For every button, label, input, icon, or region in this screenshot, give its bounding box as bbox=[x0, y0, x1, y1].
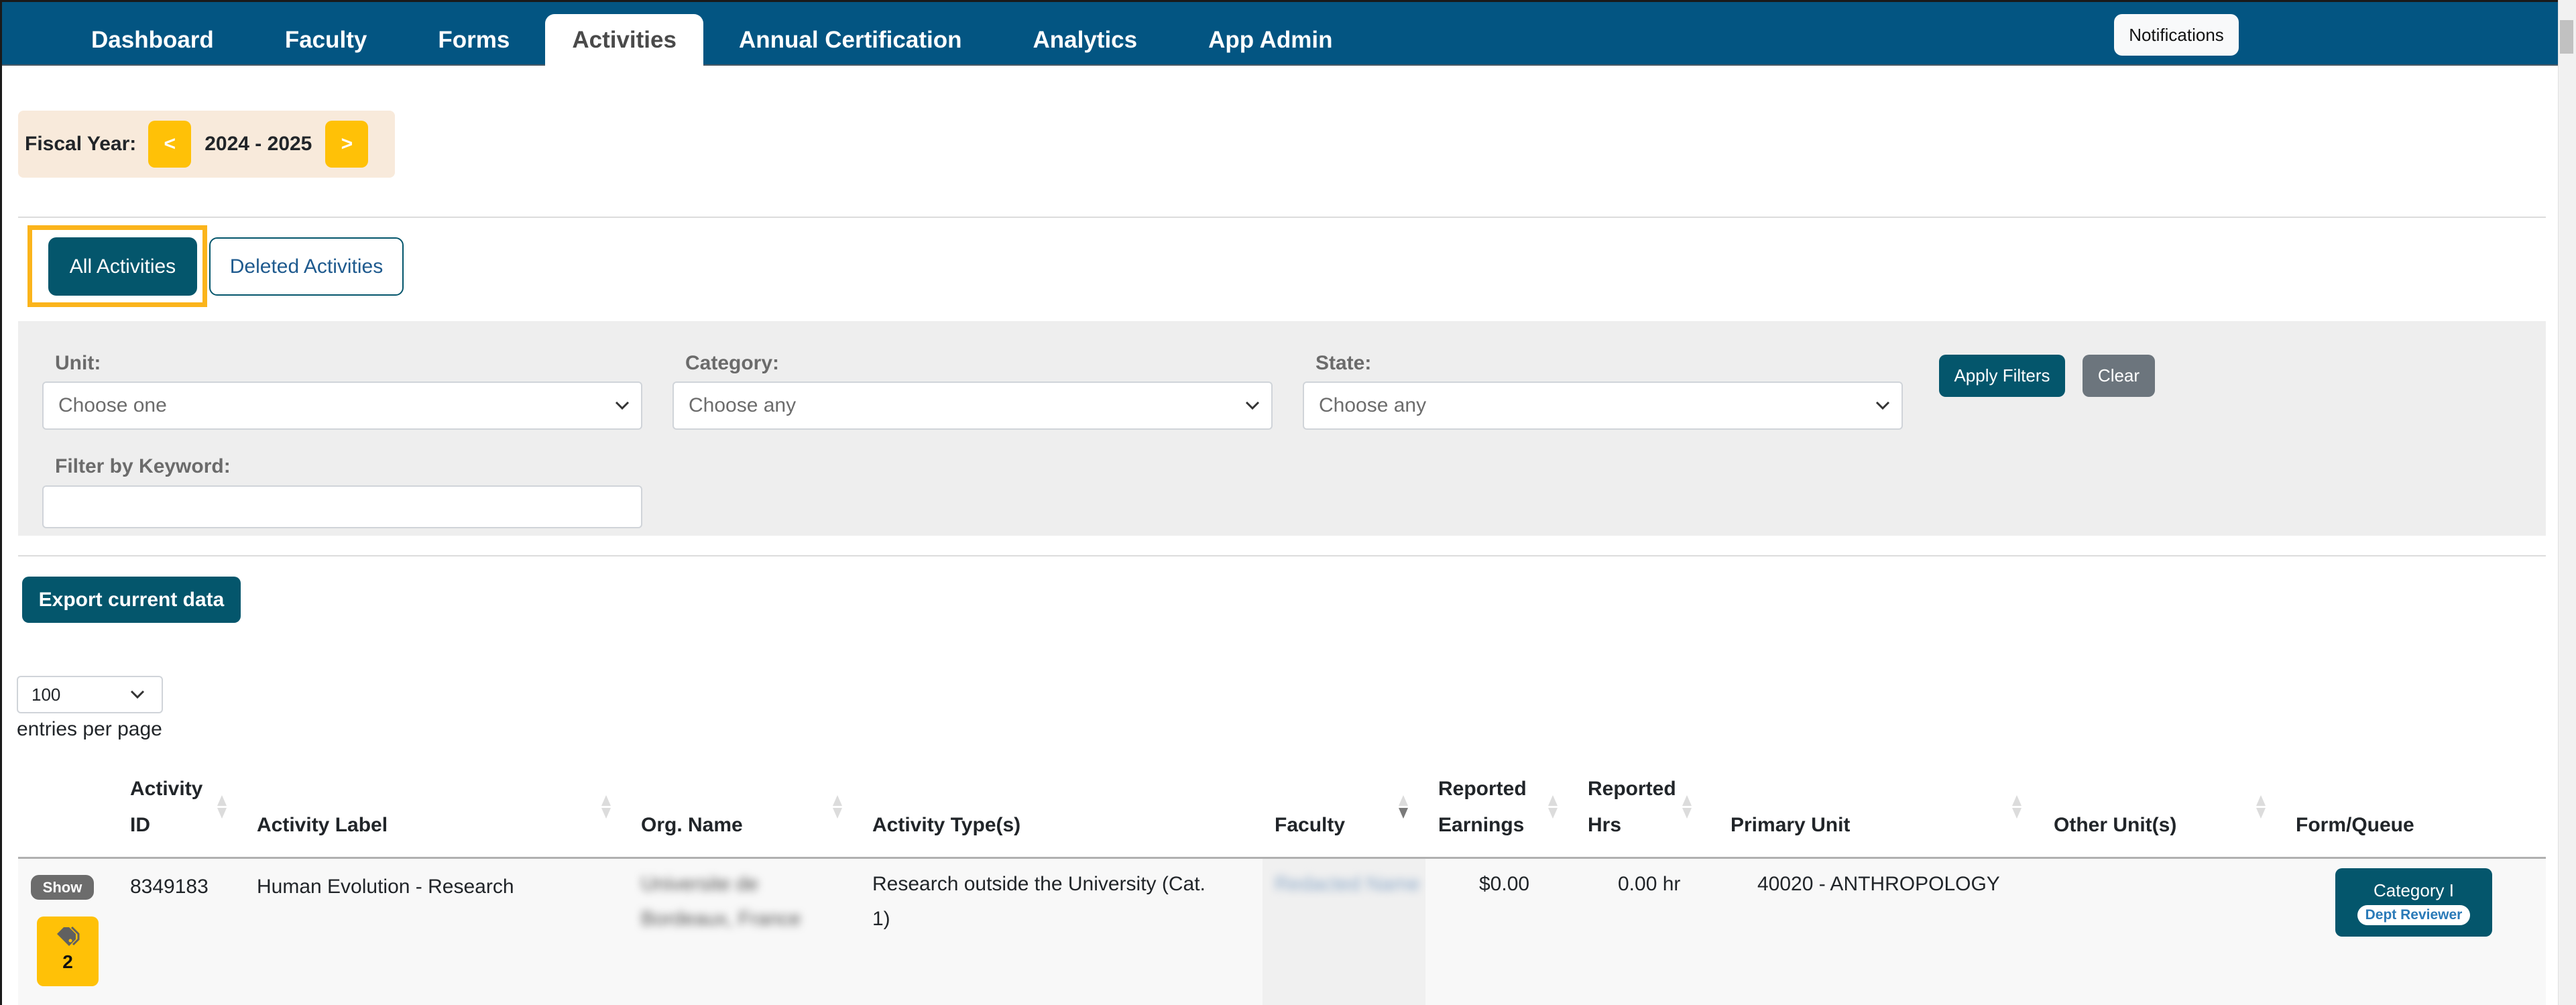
state-select-value: Choose any bbox=[1319, 394, 1427, 416]
nav-tab-forms[interactable]: Forms bbox=[402, 14, 545, 66]
state-select[interactable]: Choose any bbox=[1303, 381, 1903, 430]
vertical-scrollbar[interactable] bbox=[2558, 0, 2576, 1005]
nav-tab-annual-certification[interactable]: Annual Certification bbox=[703, 14, 998, 66]
all-activities-button[interactable]: All Activities bbox=[48, 237, 197, 296]
deleted-activities-button[interactable]: Deleted Activities bbox=[209, 237, 404, 296]
state-label: State: bbox=[1315, 352, 1372, 374]
cell-org-name-redacted: Universite de Bordeaux, France bbox=[641, 873, 801, 930]
column-header-other-units[interactable]: Other Unit(s) bbox=[2054, 807, 2176, 843]
sort-icon[interactable] bbox=[1682, 795, 1692, 819]
divider bbox=[18, 555, 2546, 556]
tags-button[interactable]: 2 bbox=[37, 917, 99, 986]
form-queue-title: Category I bbox=[2374, 880, 2454, 900]
category-label: Category: bbox=[685, 352, 780, 374]
top-navbar: Dashboard Faculty Forms Activities Annua… bbox=[2, 2, 2558, 66]
fiscal-year-prev-button[interactable]: < bbox=[148, 121, 192, 168]
nav-tab-activities[interactable]: Activities bbox=[545, 14, 703, 66]
cell-activity-id: 8349183 bbox=[130, 876, 209, 898]
sort-icon[interactable] bbox=[217, 795, 227, 819]
nav-tab-faculty[interactable]: Faculty bbox=[249, 14, 403, 66]
column-header-form-queue[interactable]: Form/Queue bbox=[2296, 807, 2414, 843]
column-header-activity-label[interactable]: Activity Label bbox=[257, 807, 388, 843]
cell-activity-label[interactable]: Human Evolution - Research bbox=[257, 870, 514, 904]
column-header-reported-hrs[interactable]: Reported Hrs bbox=[1588, 771, 1676, 843]
cell-reported-hrs: 0.00 hr bbox=[1618, 873, 1681, 895]
cell-faculty-redacted[interactable]: Redacted Name bbox=[1275, 867, 1420, 902]
nav-tab-dashboard[interactable]: Dashboard bbox=[56, 14, 249, 66]
cell-activity-types: Research outside the University (Cat. 1) bbox=[872, 873, 1206, 930]
nav-tab-app-admin[interactable]: App Admin bbox=[1173, 14, 1368, 66]
cell-reported-earnings: $0.00 bbox=[1479, 873, 1530, 895]
chevron-down-icon bbox=[127, 684, 148, 705]
fiscal-year-selector: Fiscal Year: < 2024 - 2025 > bbox=[18, 111, 395, 178]
keyword-label: Filter by Keyword: bbox=[55, 455, 231, 477]
form-queue-button[interactable]: Category I Dept Reviewer bbox=[2335, 868, 2492, 937]
nav-tab-analytics[interactable]: Analytics bbox=[997, 14, 1173, 66]
tags-icon bbox=[57, 926, 80, 946]
sort-icon[interactable] bbox=[1548, 795, 1558, 819]
sort-icon[interactable] bbox=[601, 795, 611, 819]
category-select[interactable]: Choose any bbox=[672, 381, 1273, 430]
chevron-down-icon bbox=[1872, 395, 1893, 416]
entries-per-page-value: 100 bbox=[32, 684, 61, 705]
app-frame: Dashboard Faculty Forms Activities Annua… bbox=[0, 0, 2558, 1005]
scrollbar-thumb[interactable] bbox=[2560, 20, 2573, 54]
unit-label: Unit: bbox=[55, 352, 101, 374]
export-data-button[interactable]: Export current data bbox=[22, 577, 241, 623]
divider bbox=[18, 217, 2546, 218]
notifications-button[interactable]: Notifications bbox=[2114, 14, 2239, 56]
apply-filters-button[interactable]: Apply Filters bbox=[1939, 355, 2065, 397]
show-details-button[interactable]: Show bbox=[31, 875, 94, 900]
nav-tabs: Dashboard Faculty Forms Activities Annua… bbox=[56, 14, 1368, 66]
entries-per-page-select[interactable]: 100 bbox=[17, 676, 163, 713]
sort-desc-icon[interactable] bbox=[1399, 795, 1408, 819]
category-select-value: Choose any bbox=[689, 394, 797, 416]
unit-select[interactable]: Choose one bbox=[42, 381, 642, 430]
entries-per-page-label: entries per page bbox=[17, 718, 162, 740]
sort-icon[interactable] bbox=[2256, 795, 2266, 819]
column-header-org-name[interactable]: Org. Name bbox=[641, 807, 743, 843]
keyword-input[interactable] bbox=[42, 485, 642, 528]
column-header-primary-unit[interactable]: Primary Unit bbox=[1731, 807, 1850, 843]
fiscal-year-next-button[interactable]: > bbox=[325, 121, 369, 168]
tag-count: 2 bbox=[62, 951, 73, 972]
queue-badge: Dept Reviewer bbox=[2357, 904, 2471, 925]
clear-filters-button[interactable]: Clear bbox=[2083, 355, 2155, 397]
sort-icon[interactable] bbox=[2012, 795, 2022, 819]
cell-primary-unit: 40020 - ANTHROPOLOGY bbox=[1757, 873, 2000, 895]
chevron-down-icon bbox=[1242, 395, 1263, 416]
column-header-activity-types[interactable]: Activity Type(s) bbox=[872, 807, 1020, 843]
fiscal-year-label: Fiscal Year: bbox=[25, 133, 137, 155]
unit-select-value: Choose one bbox=[58, 394, 167, 416]
column-header-reported-earnings[interactable]: Reported Earnings bbox=[1438, 771, 1527, 843]
chevron-down-icon bbox=[611, 395, 633, 416]
column-header-faculty[interactable]: Faculty bbox=[1275, 807, 1345, 843]
sort-icon[interactable] bbox=[833, 795, 842, 819]
column-header-activity-id[interactable]: Activity ID bbox=[130, 771, 202, 843]
fiscal-year-value: 2024 - 2025 bbox=[204, 133, 312, 155]
